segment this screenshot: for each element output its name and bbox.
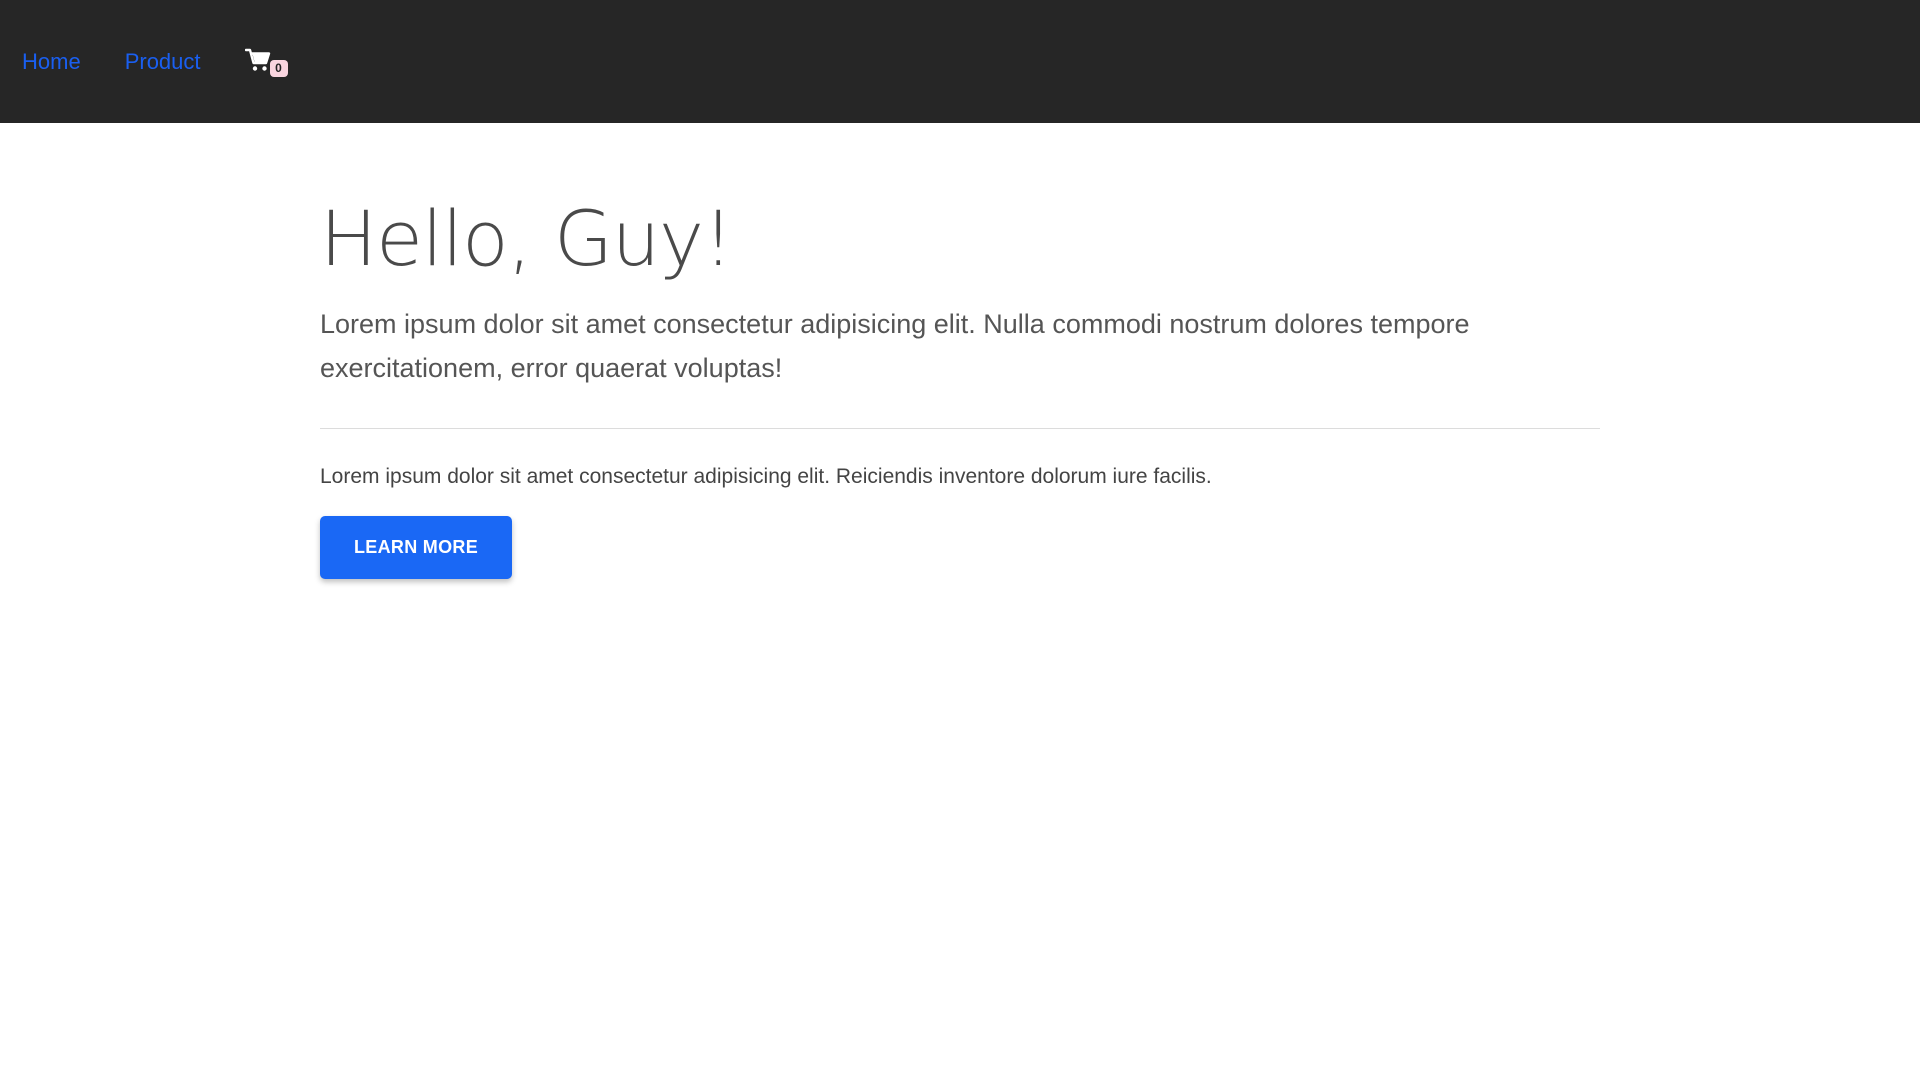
- cart-button[interactable]: 0: [244, 48, 288, 77]
- shopping-cart-icon: [244, 48, 271, 72]
- nav-link-home[interactable]: Home: [22, 49, 81, 75]
- divider: [320, 428, 1600, 430]
- cart-count-badge: 0: [269, 59, 288, 77]
- page-title: Hello, Guy!: [320, 194, 733, 283]
- body-paragraph: Lorem ipsum dolor sit amet consectetur a…: [320, 465, 1212, 489]
- nav-link-product[interactable]: Product: [125, 49, 201, 75]
- lead-paragraph: Lorem ipsum dolor sit amet consectetur a…: [320, 309, 1470, 384]
- learn-more-button[interactable]: LEARN MORE: [320, 516, 512, 580]
- jumbotron: Hello, Guy! Lorem ipsum dolor sit amet c…: [320, 123, 1600, 580]
- top-navbar: Home Product 0: [0, 0, 1920, 123]
